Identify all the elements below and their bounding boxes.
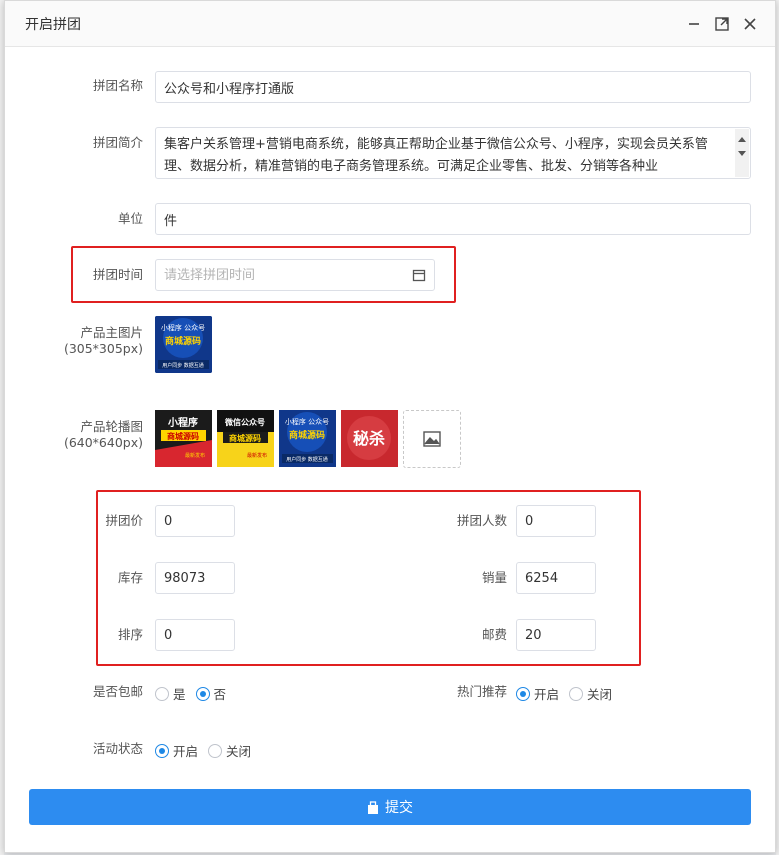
unit-input[interactable] — [155, 203, 751, 235]
stock-label: 库存 — [117, 570, 143, 585]
free-ship-radio-group: 是 否 — [155, 684, 236, 703]
intro-text: 集客户关系管理+营销电商系统，能够真正帮助企业基于微信公众号、小程序，实现会员关… — [164, 137, 708, 174]
maximize-icon[interactable] — [711, 13, 733, 35]
status-radio-group: 开启 关闭 — [155, 741, 261, 760]
sort-label: 排序 — [117, 627, 143, 642]
carousel2-line2: 商城源码 — [229, 433, 261, 443]
main-thumb-line1: 小程序 公众号 — [161, 323, 205, 332]
carousel-size: (640*640px) — [63, 435, 143, 450]
carousel1-line2: 商城源码 — [167, 431, 199, 441]
price-input[interactable] — [155, 505, 235, 537]
carousel-thumbnail-1[interactable]: 小程序 商城源码 最新发布 — [155, 410, 212, 467]
dialog-titlebar: 开启拼团 — [5, 1, 775, 47]
main-image-size: (305*305px) — [63, 341, 143, 356]
close-icon[interactable] — [739, 13, 761, 35]
hot-label: 热门推荐 — [456, 684, 507, 699]
sort-input[interactable] — [155, 619, 235, 651]
sales-input[interactable] — [516, 562, 596, 594]
status-on-radio[interactable] — [155, 743, 169, 758]
intro-scrollbar[interactable] — [735, 129, 749, 177]
carousel1-line3: 最新发布 — [185, 452, 205, 459]
name-input[interactable] — [155, 71, 751, 103]
carousel1-line1: 小程序 — [167, 416, 198, 429]
intro-label: 拼团简介 — [92, 135, 143, 150]
intro-textarea[interactable]: 集客户关系管理+营销电商系统，能够真正帮助企业基于微信公众号、小程序，实现会员关… — [155, 127, 751, 179]
hot-on-label[interactable]: 开启 — [534, 684, 559, 703]
main-thumb-line2: 商城源码 — [165, 335, 201, 347]
time-label: 拼团时间 — [92, 267, 143, 282]
main-thumb-line3: 用户同步 数据互通 — [162, 362, 204, 369]
main-image-title: 产品主图片 — [80, 325, 143, 340]
free-ship-label: 是否包邮 — [92, 684, 143, 699]
sales-label: 销量 — [481, 570, 507, 585]
postage-label: 邮费 — [481, 627, 507, 642]
main-image-label: 产品主图片 (305*305px) — [55, 325, 143, 357]
dialog-title: 开启拼团 — [25, 16, 81, 33]
free-ship-no-radio[interactable] — [195, 686, 210, 701]
status-off-radio[interactable] — [208, 743, 223, 758]
group-buy-dialog: 开启拼团 拼团名称 拼团简介 集客户关系管理+营销电商系统，能够真正帮助企业基于… — [4, 0, 776, 853]
carousel-thumbnail-4[interactable]: 秘杀 — [341, 410, 398, 467]
stock-input[interactable] — [155, 562, 235, 594]
carousel2-line3: 最新发布 — [247, 452, 267, 459]
submit-label: 提交 — [385, 800, 413, 816]
status-on-label[interactable]: 开启 — [173, 741, 198, 760]
carousel3-line2: 商城源码 — [289, 429, 325, 441]
free-ship-yes-radio[interactable] — [155, 686, 169, 701]
carousel3-line1: 小程序 公众号 — [285, 417, 329, 426]
name-label: 拼团名称 — [92, 78, 143, 93]
price-label: 拼团价 — [105, 513, 143, 528]
carousel2-line1: 微信公众号 — [224, 417, 265, 427]
status-label: 活动状态 — [92, 741, 143, 756]
people-label: 拼团人数 — [456, 513, 507, 528]
hot-on-radio[interactable] — [516, 686, 530, 701]
carousel4-line1: 秘杀 — [353, 429, 385, 448]
hot-radio-group: 开启 关闭 — [516, 684, 622, 703]
submit-button[interactable]: 提交 — [29, 789, 751, 825]
postage-input[interactable] — [516, 619, 596, 651]
free-ship-no-label[interactable]: 否 — [214, 684, 227, 703]
minimize-icon[interactable] — [683, 13, 705, 35]
carousel-thumbnail-3[interactable]: 小程序 公众号 商城源码 用户同步 数据互通 — [279, 410, 336, 467]
carousel3-line3: 用户同步 数据互通 — [286, 456, 328, 463]
carousel-label: 产品轮播图 (640*640px) — [55, 419, 143, 451]
status-off-label[interactable]: 关闭 — [226, 741, 251, 760]
scroll-up-icon[interactable] — [738, 137, 746, 142]
main-image-thumbnail[interactable]: 小程序 公众号 商城源码 用户同步 数据互通 — [155, 316, 212, 373]
time-input[interactable] — [155, 259, 435, 291]
hot-off-label[interactable]: 关闭 — [587, 684, 612, 703]
calendar-icon[interactable] — [412, 268, 426, 286]
upload-image-button[interactable] — [403, 410, 461, 468]
people-input[interactable] — [516, 505, 596, 537]
free-ship-yes-label[interactable]: 是 — [173, 684, 186, 703]
carousel-title: 产品轮播图 — [80, 419, 143, 434]
scroll-down-icon[interactable] — [738, 151, 746, 156]
image-icon — [423, 431, 441, 447]
bag-icon — [368, 800, 378, 814]
carousel-thumbnail-2[interactable]: 微信公众号 商城源码 最新发布 — [217, 410, 274, 467]
hot-off-radio[interactable] — [569, 686, 584, 701]
unit-label: 单位 — [117, 211, 143, 226]
